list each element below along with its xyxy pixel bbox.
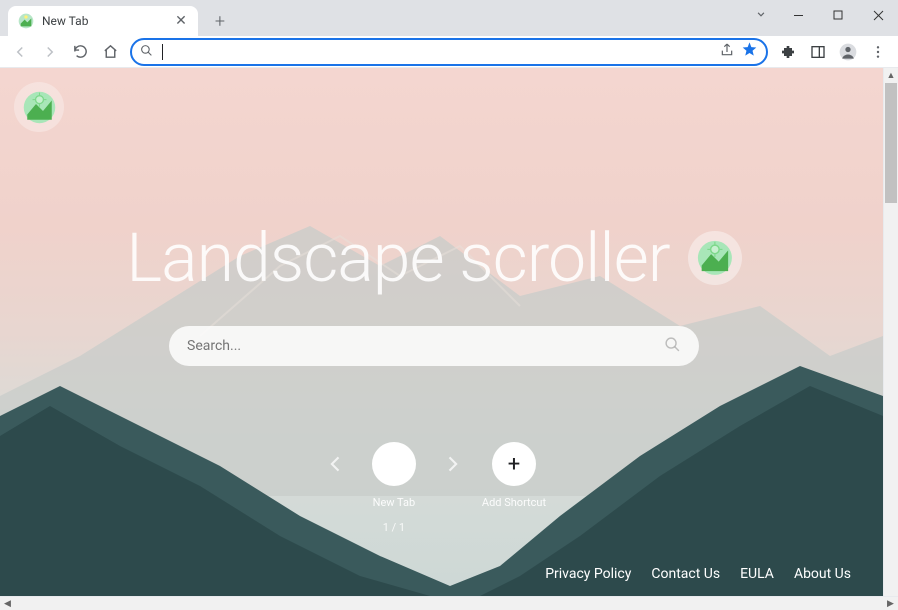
scroll-up-button[interactable]: ▲ xyxy=(884,68,898,83)
scroll-left-button[interactable]: ◀ xyxy=(0,599,15,609)
shortcut-newtab-button[interactable] xyxy=(372,442,416,486)
titlebar: New Tab ✕ + xyxy=(0,0,898,36)
app-logo-corner[interactable] xyxy=(14,82,64,132)
shortcut-label: New Tab xyxy=(373,496,416,509)
address-input[interactable] xyxy=(159,44,713,59)
home-button[interactable] xyxy=(96,38,124,66)
hero-section: Landscape scroller xyxy=(0,218,868,298)
text-cursor xyxy=(162,44,163,60)
tab-favicon xyxy=(18,13,34,29)
shortcut-label: Add Shortcut xyxy=(482,496,546,509)
page-viewport: Landscape scroller New Tab xyxy=(0,68,898,596)
window-minimize-button[interactable] xyxy=(778,0,818,30)
shortcuts-pager: 1 / 1 xyxy=(383,521,405,534)
window-controls xyxy=(778,0,898,30)
horizontal-scrollbar[interactable]: ◀ ▶ xyxy=(0,596,898,610)
footer-about-link[interactable]: About Us xyxy=(794,566,851,582)
browser-toolbar xyxy=(0,36,898,68)
shortcut-newtab: New Tab 1 / 1 xyxy=(372,442,416,534)
search-icon xyxy=(140,42,153,61)
search-section xyxy=(0,326,868,366)
shortcut-add: + Add Shortcut xyxy=(482,442,546,509)
scroll-right-button[interactable]: ▶ xyxy=(883,599,898,609)
hscroll-track[interactable] xyxy=(15,597,883,610)
extensions-button[interactable] xyxy=(774,38,802,66)
add-shortcut-button[interactable]: + xyxy=(492,442,536,486)
tab-title: New Tab xyxy=(42,14,166,28)
menu-button[interactable] xyxy=(864,38,892,66)
footer-contact-link[interactable]: Contact Us xyxy=(651,566,720,582)
window-close-button[interactable] xyxy=(858,0,898,30)
shortcuts-next-button[interactable] xyxy=(438,442,466,486)
address-bar[interactable] xyxy=(130,38,768,66)
profile-button[interactable] xyxy=(834,38,862,66)
reload-button[interactable] xyxy=(66,38,94,66)
search-input[interactable] xyxy=(187,338,664,354)
browser-tab[interactable]: New Tab ✕ xyxy=(8,6,198,36)
vertical-scrollbar[interactable]: ▲ xyxy=(883,68,898,596)
side-panel-button[interactable] xyxy=(804,38,832,66)
search-bar[interactable] xyxy=(169,326,699,366)
shortcuts-row: New Tab 1 / 1 + Add Shortcut xyxy=(0,442,868,534)
footer-eula-link[interactable]: EULA xyxy=(740,566,774,582)
footer-privacy-link[interactable]: Privacy Policy xyxy=(545,566,631,582)
landscape-background: Landscape scroller New Tab xyxy=(0,68,883,596)
search-icon[interactable] xyxy=(664,336,681,357)
hero-title: Landscape scroller xyxy=(126,218,669,298)
tab-close-button[interactable]: ✕ xyxy=(174,14,188,28)
nav-back-button[interactable] xyxy=(6,38,34,66)
shortcuts-prev-button[interactable] xyxy=(322,442,350,486)
share-button[interactable] xyxy=(719,42,735,62)
scroll-thumb[interactable] xyxy=(885,83,897,203)
footer-links: Privacy Policy Contact Us EULA About Us xyxy=(545,566,851,582)
new-tab-button[interactable]: + xyxy=(206,7,234,35)
bookmark-button[interactable] xyxy=(741,41,758,62)
nav-forward-button[interactable] xyxy=(36,38,64,66)
hero-logo xyxy=(688,231,742,285)
window-maximize-button[interactable] xyxy=(818,0,858,30)
tab-search-button[interactable] xyxy=(754,6,768,25)
